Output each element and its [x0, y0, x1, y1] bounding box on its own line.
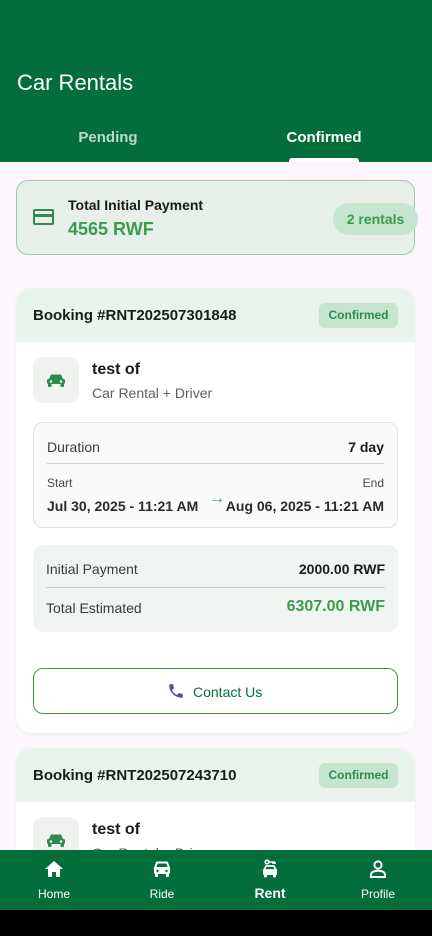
vehicle-name: test of — [92, 361, 140, 378]
booking-card: Booking #RNT202507301848 Confirmed test … — [16, 288, 415, 733]
app-bar: Car Rentals Pending Confirmed — [0, 0, 432, 162]
initial-payment-label: Initial Payment — [46, 561, 138, 577]
home-icon — [45, 861, 63, 877]
service-type: Car Rental + Driver — [92, 385, 213, 401]
nav-label: Profile — [360, 887, 395, 901]
vehicle-name: test of — [92, 821, 140, 838]
booking-header: Booking #RNT202507243710 Confirmed — [16, 748, 415, 802]
page-title: Car Rentals — [17, 70, 134, 95]
bottom-navigation: Home Ride Rent Profile — [0, 850, 432, 910]
rental-count-badge: 2 rentals — [333, 203, 418, 235]
nav-label: Ride — [149, 887, 175, 901]
tab-indicator — [289, 158, 359, 162]
booking-id: Booking #RNT202507243710 — [33, 767, 237, 784]
contact-us-label: Contact Us — [193, 684, 263, 700]
person-icon — [370, 860, 386, 878]
nav-label: Home — [37, 887, 70, 901]
total-estimated-label: Total Estimated — [46, 600, 142, 616]
start-label: Start — [47, 476, 73, 490]
vehicle-avatar — [33, 357, 79, 403]
car-icon — [153, 861, 171, 877]
end-date: Aug 06, 2025 - 11:21 AM — [225, 498, 384, 514]
arrow-right-icon: → — [209, 490, 225, 507]
phone-icon — [169, 684, 183, 698]
start-date: Jul 30, 2025 - 11:21 AM — [47, 498, 199, 514]
car-rental-icon — [262, 859, 278, 878]
divider — [46, 587, 385, 588]
duration-label: Duration — [47, 439, 100, 455]
summary-label: Total Initial Payment — [68, 197, 204, 213]
nav-rent[interactable]: Rent — [216, 850, 324, 910]
nav-profile[interactable]: Profile — [324, 850, 432, 910]
status-badge: Confirmed — [319, 303, 398, 328]
car-icon — [47, 834, 65, 847]
duration-value: 7 day — [348, 439, 384, 455]
credit-card-icon — [33, 209, 54, 225]
tab-confirmed[interactable]: Confirmed — [216, 129, 432, 146]
nav-home[interactable]: Home — [0, 850, 108, 910]
total-estimated-value: 6307.00 RWF — [286, 598, 385, 615]
initial-payment-value: 2000.00 RWF — [298, 561, 385, 577]
divider — [47, 463, 384, 464]
payment-section: Initial Payment 2000.00 RWF Total Estima… — [33, 545, 398, 632]
contact-us-button[interactable]: Contact Us — [33, 668, 398, 714]
end-label: End — [362, 476, 384, 490]
screen: Car Rentals Pending Confirmed Total Init… — [0, 0, 432, 910]
nav-ride[interactable]: Ride — [108, 850, 216, 910]
booking-id: Booking #RNT202507301848 — [33, 307, 237, 324]
duration-section: Duration 7 day Start End Jul 30, 2025 - … — [33, 422, 398, 528]
car-icon — [47, 374, 65, 387]
status-badge: Confirmed — [319, 763, 398, 788]
summary-amount: 4565 RWF — [68, 219, 154, 239]
booking-header: Booking #RNT202507301848 Confirmed — [16, 288, 415, 342]
nav-label: Rent — [254, 885, 286, 901]
tab-pending[interactable]: Pending — [0, 129, 216, 146]
payment-summary-card: Total Initial Payment 4565 RWF 2 rentals — [16, 180, 418, 255]
